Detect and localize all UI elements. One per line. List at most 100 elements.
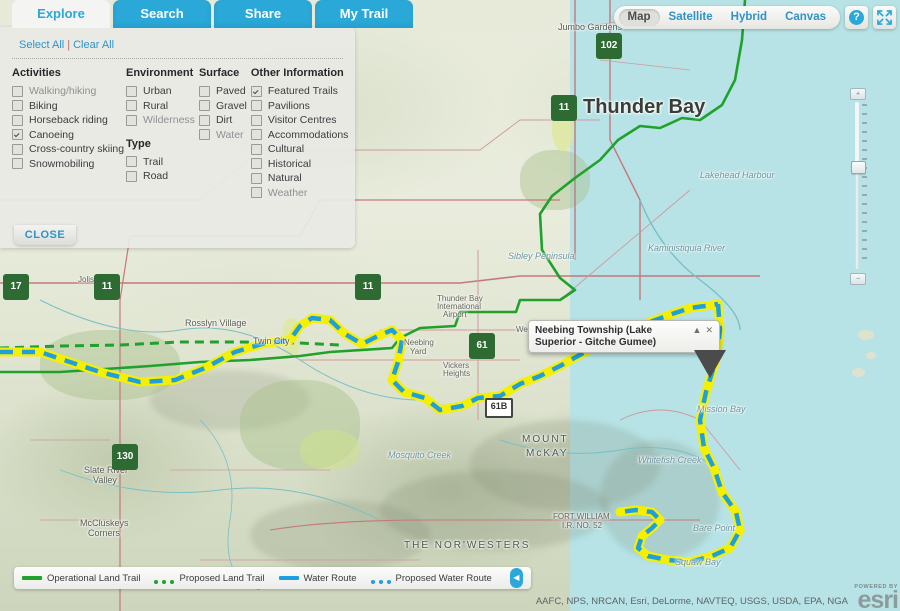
island (866, 352, 876, 359)
checkbox-box[interactable] (198, 114, 210, 126)
zoom-tick (862, 113, 867, 115)
checkbox-box[interactable] (250, 129, 262, 141)
filter-column-environment: Environment Urban Rural Wilderness Type Trail… (126, 67, 195, 200)
checkbox-paved[interactable]: Paved (198, 84, 247, 99)
basemap-option-satellite[interactable]: Satellite (660, 9, 722, 26)
checkbox-weather[interactable]: Weather (250, 186, 349, 201)
legend-item: Proposed Water Route (370, 573, 492, 584)
help-button[interactable]: ? (845, 6, 868, 29)
filter-header-other: Other Information (250, 67, 344, 79)
checkbox-box[interactable] (250, 172, 262, 184)
checkbox-box[interactable] (198, 100, 210, 112)
checkbox-pavilions[interactable]: Pavilions (250, 99, 349, 114)
basemap-switcher: Map Satellite Hybrid Canvas (613, 6, 840, 29)
checkbox-box[interactable] (250, 143, 262, 155)
checkbox-box[interactable] (250, 187, 262, 199)
checkbox-box[interactable] (126, 114, 137, 126)
zoom-ticks (862, 104, 867, 266)
close-panel-button[interactable]: CLOSE (14, 225, 76, 245)
checkbox-box[interactable] (12, 100, 23, 112)
filter-column-surface: Surface Paved Gravel Dirt Water (198, 67, 247, 200)
checkbox-label: Gravel (215, 99, 247, 112)
checkbox-accommodations[interactable]: Accommodations (250, 128, 348, 143)
checkbox-cultural[interactable]: Cultural (250, 142, 349, 157)
zoom-handle[interactable] (851, 161, 866, 174)
checkbox-label: Horseback riding (29, 114, 108, 127)
zoom-tick (862, 194, 867, 196)
checkbox-natural[interactable]: Natural (250, 171, 349, 186)
basemap-option-canvas[interactable]: Canvas (776, 9, 835, 26)
highway-shield: 61 (469, 333, 495, 359)
checkbox-biking[interactable]: Biking (12, 99, 122, 114)
basemap-option-map[interactable]: Map (618, 9, 660, 26)
popup-collapse-icon[interactable]: ▲ (693, 325, 702, 336)
checkbox-water[interactable]: Water (198, 128, 247, 143)
checkbox-rural[interactable]: Rural (126, 99, 195, 114)
checkbox-label: Dirt (215, 114, 233, 127)
zoom-tick (862, 176, 867, 178)
checkbox-label: Trail (143, 155, 164, 168)
legend-dot (386, 580, 391, 584)
tab-share[interactable]: Share (214, 0, 312, 28)
checkbox-box[interactable] (198, 129, 210, 141)
checkbox-box[interactable] (12, 114, 23, 126)
legend-item: Operational Land Trail (22, 573, 140, 584)
legend-dot (162, 580, 167, 584)
checkbox-box[interactable] (250, 100, 262, 112)
checkbox-box[interactable] (12, 129, 23, 141)
checkbox-box[interactable] (126, 100, 137, 112)
zoom-tick (862, 221, 867, 223)
tab-explore[interactable]: Explore (12, 0, 110, 28)
clear-all-link[interactable]: Clear All (73, 39, 114, 51)
legend-swatch-dotted (154, 576, 175, 584)
checkbox-walking-hiking[interactable]: Walking/hiking (12, 84, 122, 99)
help-icon: ? (849, 10, 864, 25)
checkbox-box[interactable] (198, 85, 210, 97)
zoom-tick (862, 230, 867, 232)
checkbox-box[interactable] (12, 158, 23, 170)
checkbox-label: Historical (267, 157, 312, 170)
checkbox-box[interactable] (126, 85, 137, 97)
checkbox-trail[interactable]: Trail (126, 155, 195, 170)
checkbox-featured-trails[interactable]: Featured Trails (250, 84, 349, 99)
legend-dot (378, 580, 383, 584)
zoom-slider-control[interactable]: + − (847, 88, 867, 285)
checkbox-box[interactable] (126, 170, 137, 182)
main-tab-bar: Explore Search Share My Trail (0, 0, 413, 28)
checkbox-dirt[interactable]: Dirt (198, 113, 247, 128)
popup-close-icon[interactable]: ✕ (705, 325, 713, 336)
checkbox-box[interactable] (126, 156, 137, 168)
checkbox-snowmobiling[interactable]: Snowmobiling (12, 157, 122, 172)
checkbox-road[interactable]: Road (126, 169, 195, 184)
highway-shield: 17 (3, 274, 29, 300)
zoom-out-button[interactable]: − (850, 273, 866, 285)
zoom-in-button[interactable]: + (850, 88, 866, 100)
legend-label: Water Route (303, 572, 357, 584)
checkbox-box[interactable] (12, 85, 23, 97)
map-attribution: AAFC, NPS, NRCAN, Esri, DeLorme, NAVTEQ,… (535, 596, 848, 607)
checkbox-wilderness[interactable]: Wilderness (126, 113, 195, 128)
checkbox-box[interactable] (250, 158, 262, 170)
checkbox-box[interactable] (250, 85, 262, 97)
checkbox-box[interactable] (250, 114, 262, 126)
checkbox-label: Cross-country skiing (29, 143, 125, 156)
checkbox-box[interactable] (12, 143, 23, 155)
basemap-option-hybrid[interactable]: Hybrid (722, 9, 776, 26)
terrain-hill (250, 500, 430, 570)
checkbox-historical[interactable]: Historical (250, 157, 349, 172)
checkbox-visitor-centres[interactable]: Visitor Centres (250, 113, 349, 128)
legend-collapse-button[interactable]: ◀ (509, 568, 523, 588)
filter-header-environment: Environment (126, 67, 194, 79)
filter-header-type: Type (126, 137, 151, 150)
checkbox-cross-country-skiing[interactable]: Cross-country skiing (12, 142, 125, 157)
tab-search[interactable]: Search (113, 0, 211, 28)
checkbox-canoeing[interactable]: Canoeing (12, 128, 122, 143)
select-all-link[interactable]: Select All (19, 39, 64, 51)
checkbox-urban[interactable]: Urban (126, 84, 195, 99)
tab-my-trail[interactable]: My Trail (315, 0, 413, 28)
checkbox-label: Cultural (267, 143, 305, 156)
expand-button[interactable] (873, 6, 896, 29)
checkbox-gravel[interactable]: Gravel (198, 99, 247, 114)
zoom-track[interactable] (855, 102, 859, 269)
checkbox-horseback-riding[interactable]: Horseback riding (12, 113, 122, 128)
